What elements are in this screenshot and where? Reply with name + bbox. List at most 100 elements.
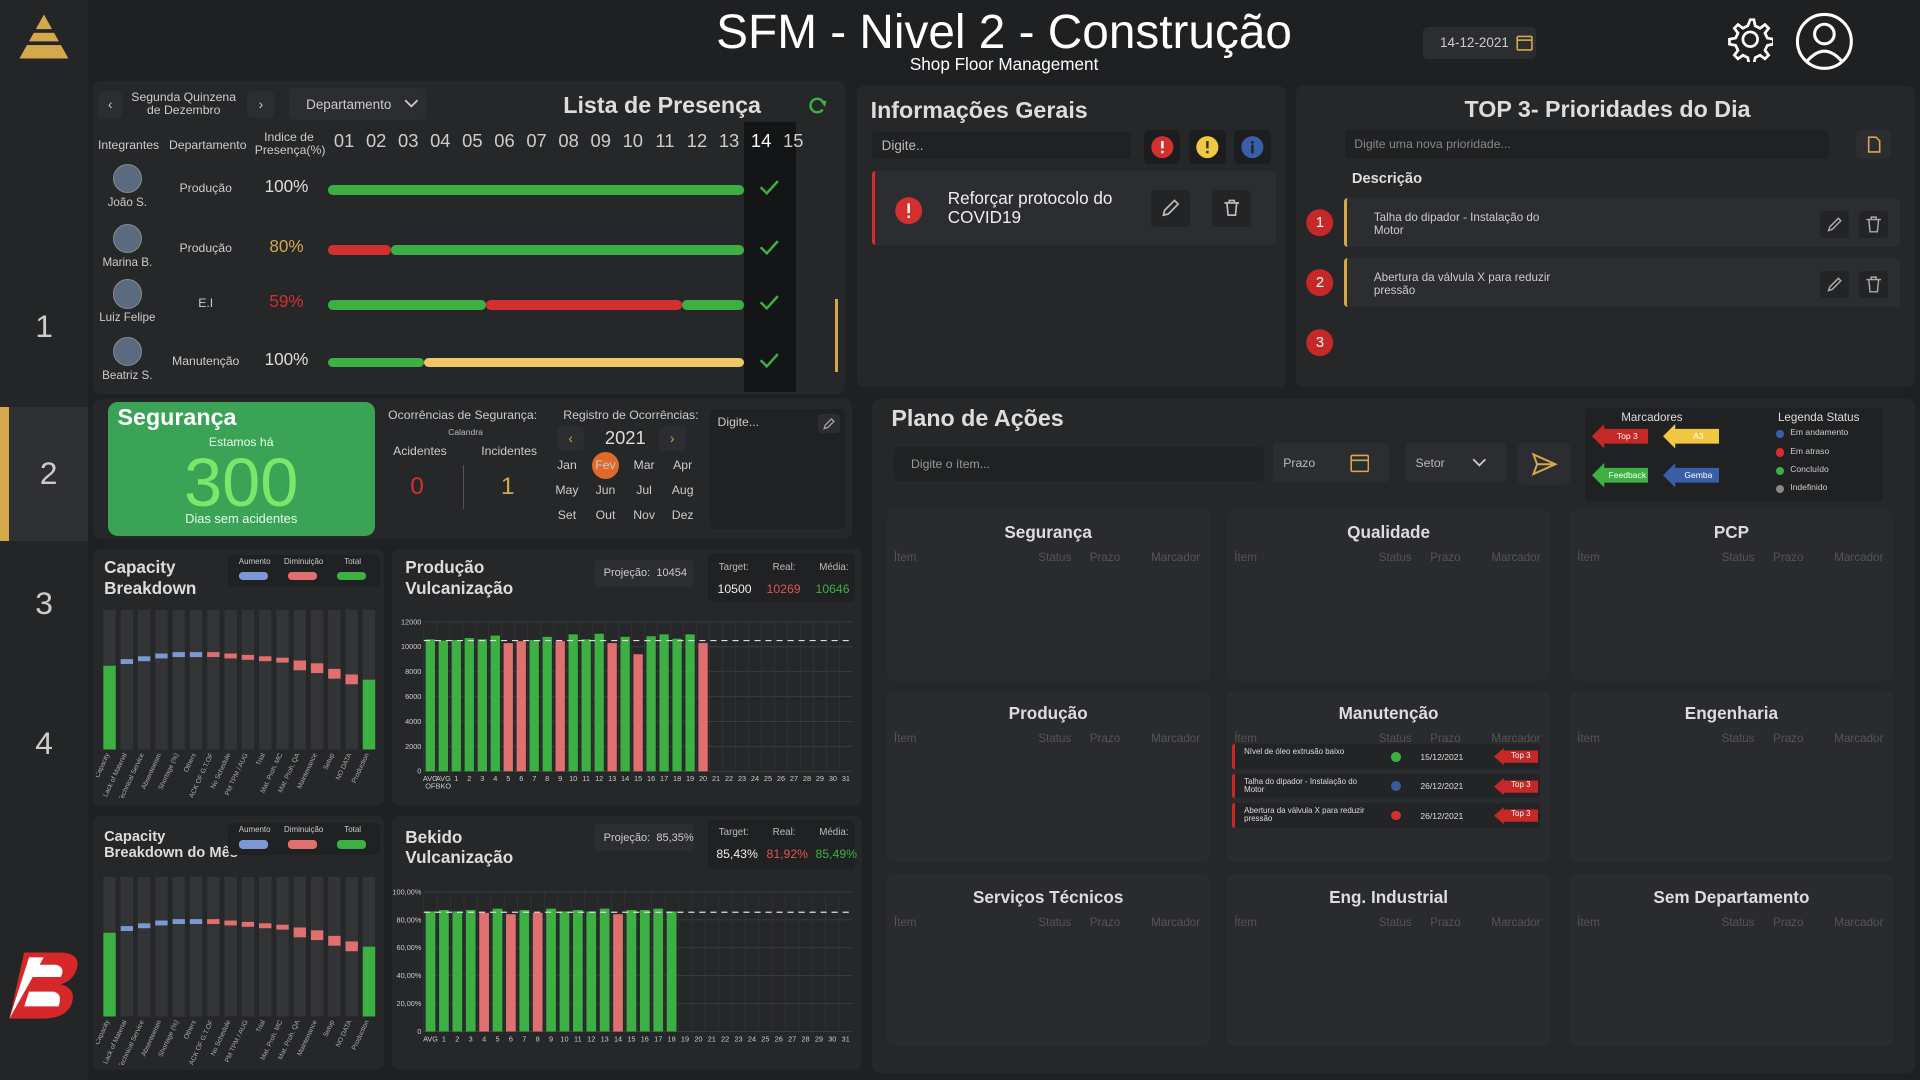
info-input[interactable]: Digite..	[871, 132, 1132, 160]
deadline-input[interactable]: Prazo	[1273, 443, 1389, 483]
bar-track	[241, 609, 254, 750]
waterfall-bar	[275, 924, 289, 930]
calendar-icon	[1349, 454, 1369, 473]
prev-year-button[interactable]: ‹	[557, 426, 585, 451]
legend-swatch	[238, 571, 269, 581]
alert-blue-button[interactable]	[1234, 129, 1272, 165]
month-mar[interactable]: Mar	[626, 458, 663, 472]
waterfall-bar	[293, 927, 306, 938]
bar	[490, 635, 500, 772]
settings-gear-icon[interactable]	[1727, 16, 1775, 69]
month-nov[interactable]: Nov	[626, 508, 663, 522]
safety-note-placeholder: Digite...	[717, 415, 760, 430]
bar-track	[327, 609, 341, 750]
bar-track	[206, 609, 220, 750]
member-department: Produção	[179, 241, 232, 256]
x-tick-label: 25	[761, 1034, 769, 1043]
accidents-value: 0	[410, 472, 424, 500]
bar	[626, 909, 637, 1032]
bekido-real-label: Real:	[772, 826, 796, 838]
prev-period-button[interactable]: ‹	[97, 90, 123, 118]
status-dot	[1775, 466, 1785, 476]
avg-value: 10646	[815, 581, 850, 596]
sidebar-item-1[interactable]: 1	[0, 260, 88, 395]
waterfall-bar	[310, 663, 323, 673]
month-jul[interactable]: Jul	[626, 483, 663, 497]
sidebar-item-2[interactable]: 2	[0, 406, 89, 542]
bekido-projection-value: 85,35%	[656, 831, 694, 844]
month-dez[interactable]: Dez	[664, 508, 701, 522]
refresh-icon[interactable]	[808, 96, 828, 122]
date-picker[interactable]: 14-12-2021	[1422, 26, 1536, 59]
waterfall-bar	[137, 656, 150, 662]
priority-input[interactable]: Digite uma nova prioridade...	[1344, 129, 1830, 160]
add-priority-button[interactable]	[1856, 129, 1891, 160]
col-status-label: Status	[1038, 551, 1072, 564]
delete-trash-icon[interactable]	[1212, 189, 1252, 227]
capacity-title-1: Capacity	[104, 557, 176, 578]
bar	[613, 913, 623, 1032]
department-select[interactable]: Departamento	[288, 88, 427, 120]
x-tick-label: 8	[535, 1034, 539, 1043]
waterfall-bar	[102, 665, 116, 750]
delete-trash-icon[interactable]	[1858, 270, 1889, 298]
bar-track	[189, 876, 202, 1017]
col-deadline-label: Prazo	[1430, 551, 1461, 564]
month-out[interactable]: Out	[587, 508, 624, 522]
department-select-value: Departamento	[306, 96, 392, 112]
sector-title: Manutenção	[1338, 702, 1439, 723]
month-may[interactable]: May	[549, 483, 586, 497]
x-tick-label: 29	[815, 1034, 823, 1043]
y-tick-label: 80,00%	[396, 915, 421, 924]
edit-pencil-icon[interactable]	[1151, 189, 1191, 227]
edit-pencil-icon[interactable]	[1819, 210, 1849, 238]
next-year-button[interactable]: ›	[658, 426, 686, 451]
bekido-avg-value: 85,49%	[815, 847, 858, 862]
month-fev[interactable]: Fev	[587, 458, 624, 472]
day-header-14: 14	[750, 129, 772, 151]
waterfall-bar	[189, 652, 202, 657]
delete-trash-icon[interactable]	[1858, 210, 1889, 238]
col-status-label: Status	[1038, 732, 1072, 746]
capacity-month-title-2: Breakdown do Mês	[104, 844, 238, 861]
edit-pencil-icon[interactable]	[1819, 270, 1849, 298]
waterfall-bar	[137, 923, 150, 929]
capacity-month-chart: CapacityLack of MaterialTechnical Servic…	[95, 871, 385, 1065]
action-marker-label: Top 3	[1511, 750, 1531, 760]
month-apr[interactable]: Apr	[664, 458, 701, 472]
note-edit-icon[interactable]	[817, 413, 840, 434]
bar	[438, 909, 449, 1032]
check-icon	[757, 235, 781, 259]
month-aug[interactable]: Aug	[664, 483, 701, 497]
month-set[interactable]: Set	[549, 508, 586, 522]
priority-number: 2	[1315, 275, 1325, 292]
col-status-label: Status	[1378, 915, 1412, 929]
action-item-input[interactable]: Digite o ítem...	[893, 446, 1264, 482]
bar-track	[206, 876, 220, 1017]
status-legend-title: Legenda Status	[1777, 411, 1860, 425]
priority-input-placeholder: Digite uma nova prioridade...	[1354, 137, 1511, 152]
sector-select[interactable]: Setor	[1405, 443, 1507, 483]
month-jun[interactable]: Jun	[587, 483, 624, 497]
occurrences-label: Ocorrências de Segurança:	[388, 407, 538, 422]
alert-yellow-button[interactable]	[1188, 129, 1226, 165]
bar-track	[258, 876, 271, 1017]
send-button[interactable]	[1518, 443, 1570, 485]
user-profile-icon[interactable]	[1795, 12, 1854, 77]
x-tick-label: 4	[482, 1034, 486, 1043]
member-department: Produção	[179, 181, 232, 196]
month-jan[interactable]: Jan	[549, 458, 586, 472]
sector-grid: Segurança Ítem Status Prazo Marcador Qualidad…	[872, 502, 1915, 1073]
sidebar-item-4[interactable]: 4	[0, 676, 88, 811]
capacity-title-2: Breakdown	[104, 577, 197, 598]
bar	[555, 641, 565, 772]
next-period-button[interactable]: ›	[247, 90, 275, 118]
pyramid-logo-icon[interactable]	[17, 12, 71, 61]
sidebar-item-3[interactable]: 3	[0, 536, 88, 671]
scroll-indicator[interactable]	[835, 298, 838, 373]
sector-card-5: Engenharia Ítem Status Prazo Marcador	[1569, 690, 1894, 863]
x-tick-label: 18	[673, 774, 681, 783]
presence-index: 59%	[269, 291, 304, 312]
legend-swatch	[336, 840, 367, 849]
alert-red-button[interactable]	[1143, 129, 1181, 165]
